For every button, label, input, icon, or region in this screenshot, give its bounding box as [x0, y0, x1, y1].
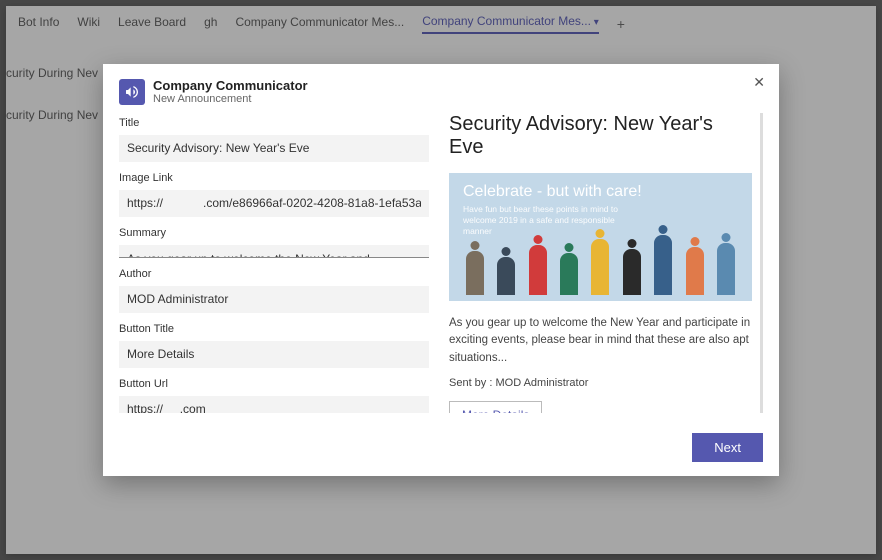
button-url-input[interactable] [119, 396, 429, 413]
author-input[interactable] [119, 286, 429, 313]
title-input[interactable] [119, 135, 429, 162]
summary-input[interactable] [119, 245, 429, 258]
preview-summary: As you gear up to welcome the New Year a… [449, 315, 752, 367]
preview-image-heading: Celebrate - but with care! [463, 183, 642, 201]
preview-sent-by: Sent by : MOD Administrator [449, 377, 752, 389]
button-title-input[interactable] [119, 341, 429, 368]
summary-label: Summary [119, 227, 429, 239]
image-link-label: Image Link [119, 172, 429, 184]
megaphone-icon [119, 79, 145, 105]
next-button[interactable]: Next [692, 433, 763, 462]
title-label: Title [119, 117, 429, 129]
modal-app-title: Company Communicator [153, 78, 308, 93]
form-column: Title Image Link Summary Author Button T… [119, 113, 429, 413]
author-label: Author [119, 268, 429, 280]
preview-column: Security Advisory: New Year's Eve Celebr… [449, 113, 763, 413]
close-button[interactable]: ✕ [753, 74, 765, 91]
people-illustration [459, 221, 742, 295]
modal-dialog: ✕ Company Communicator New Announcement … [103, 64, 779, 476]
modal-header: Company Communicator New Announcement [103, 64, 779, 113]
preview-more-details-button[interactable]: More Details [449, 401, 542, 413]
modal-overlay: ✕ Company Communicator New Announcement … [0, 0, 882, 560]
modal-body: Title Image Link Summary Author Button T… [103, 113, 779, 423]
button-title-label: Button Title [119, 323, 429, 335]
modal-footer: Next [103, 423, 779, 476]
modal-app-subtitle: New Announcement [153, 93, 308, 105]
image-link-input[interactable] [119, 190, 429, 217]
button-url-label: Button Url [119, 378, 429, 390]
preview-image: Celebrate - but with care! Have fun but … [449, 173, 752, 301]
preview-title: Security Advisory: New Year's Eve [449, 113, 752, 159]
